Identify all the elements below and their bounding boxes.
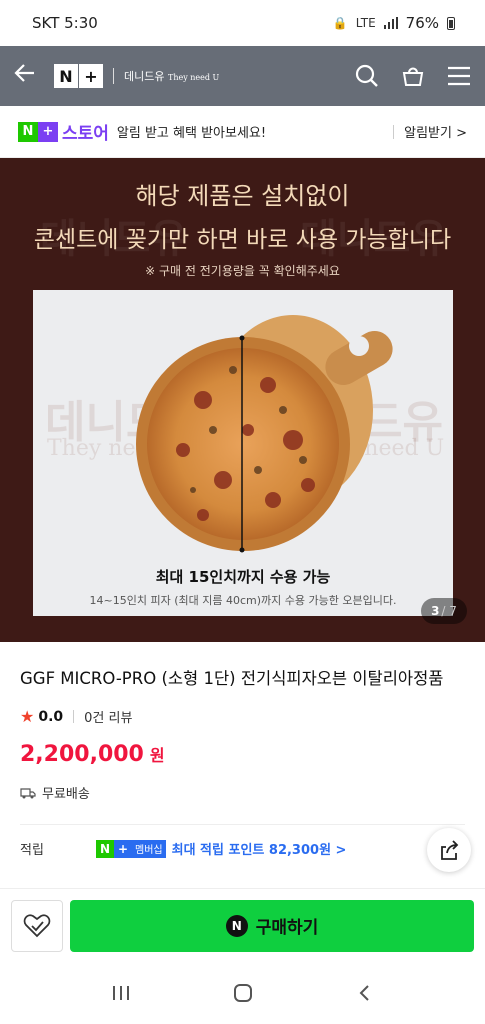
review-count[interactable]: 0건 리뷰 [84, 707, 132, 726]
carrier-time: SKT 5:30 [32, 14, 98, 32]
points-row[interactable]: 적립 N + 멤버십 최대 적립 포인트 82,300원 > [20, 839, 465, 858]
purchase-bar: N 구매하기 [0, 888, 485, 962]
star-icon: ★ [20, 707, 35, 726]
home-icon[interactable] [232, 982, 254, 1004]
product-image-carousel[interactable]: 데니드유 데니드유 해당 제품은 설치없이 콘센트에 꽂기만 하면 바로 사용 … [0, 158, 485, 642]
status-bar: SKT 5:30 🔒 LTE 76% [0, 0, 485, 46]
hero-note: ※ 구매 전 전기용량을 꼭 확인해주세요 [145, 264, 340, 278]
photo-caption: 최대 15인치까지 수용 가능 [155, 568, 331, 586]
shipping-info: 무료배송 [20, 783, 465, 802]
price: 2,200,000 원 [20, 742, 465, 767]
naver-pay-icon: N [225, 914, 248, 937]
rating-score: 0.0 [38, 708, 64, 725]
image-counter: 3/ 7 [421, 598, 467, 624]
product-title: GGF MICRO-PRO (소형 1단) 전기식피자오븐 이탈리아정품 [20, 669, 444, 688]
hero-headline-1: 해당 제품은 설치없이 [135, 182, 350, 210]
battery-icon [447, 16, 455, 30]
app-header: N + 데니드유 They need U [0, 46, 485, 106]
membership-badge: N + 멤버십 [96, 839, 166, 858]
naver-plus-badge: N + [18, 121, 58, 142]
back-nav-icon[interactable] [355, 983, 375, 1003]
shipping-label: 무료배송 [42, 787, 90, 802]
store-notification-banner: N + 스토어 알림 받고 혜택 받아보세요! 알림받기 > [0, 106, 485, 158]
share-button[interactable] [427, 828, 471, 872]
notify-button[interactable]: 알림받기 > [404, 122, 467, 141]
product-photo: 데니드유 데니드유 They need U They need U [33, 290, 453, 616]
menu-icon[interactable] [447, 64, 471, 88]
heart-icon [23, 913, 51, 937]
price-value: 2,200,000 [20, 742, 144, 767]
points-text[interactable]: 최대 적립 포인트 82,300원 > [172, 839, 347, 858]
photo-subcaption: 14~15인치 피자 (최대 지름 40cm)까지 수용 가능한 오븐입니다. [89, 594, 397, 607]
hero-headline-2: 콘센트에 꽂기만 하면 바로 사용 가능합니다 [33, 227, 452, 253]
banner-message: 알림 받고 혜택 받아보세요! [116, 126, 267, 141]
buy-label: 구매하기 [255, 918, 319, 938]
product-info: GGF MICRO-PRO (소형 1단) 전기식피자오븐 이탈리아정품 ★ 0… [0, 642, 485, 858]
price-currency: 원 [149, 746, 165, 765]
battery-level: 76% [405, 14, 439, 32]
recent-apps-icon[interactable] [111, 984, 131, 1002]
brand-name[interactable]: 데니드유 They need U [124, 68, 219, 84]
network-label: LTE [355, 16, 376, 30]
share-icon [441, 840, 459, 860]
points-label: 적립 [20, 843, 44, 858]
store-label: 스토어 [62, 124, 109, 144]
rating-row[interactable]: ★ 0.0 0건 리뷰 [20, 707, 465, 726]
wishlist-button[interactable] [11, 899, 63, 952]
buy-button[interactable]: N 구매하기 [70, 899, 474, 952]
signal-icon [383, 17, 398, 29]
system-nav-bar [0, 962, 485, 1024]
cart-icon[interactable] [401, 64, 425, 88]
naver-plus-logo[interactable]: N + [54, 64, 103, 88]
search-icon[interactable] [355, 64, 379, 88]
back-icon[interactable] [14, 62, 44, 90]
truck-icon [20, 787, 36, 798]
lock-icon: 🔒 [332, 16, 348, 30]
